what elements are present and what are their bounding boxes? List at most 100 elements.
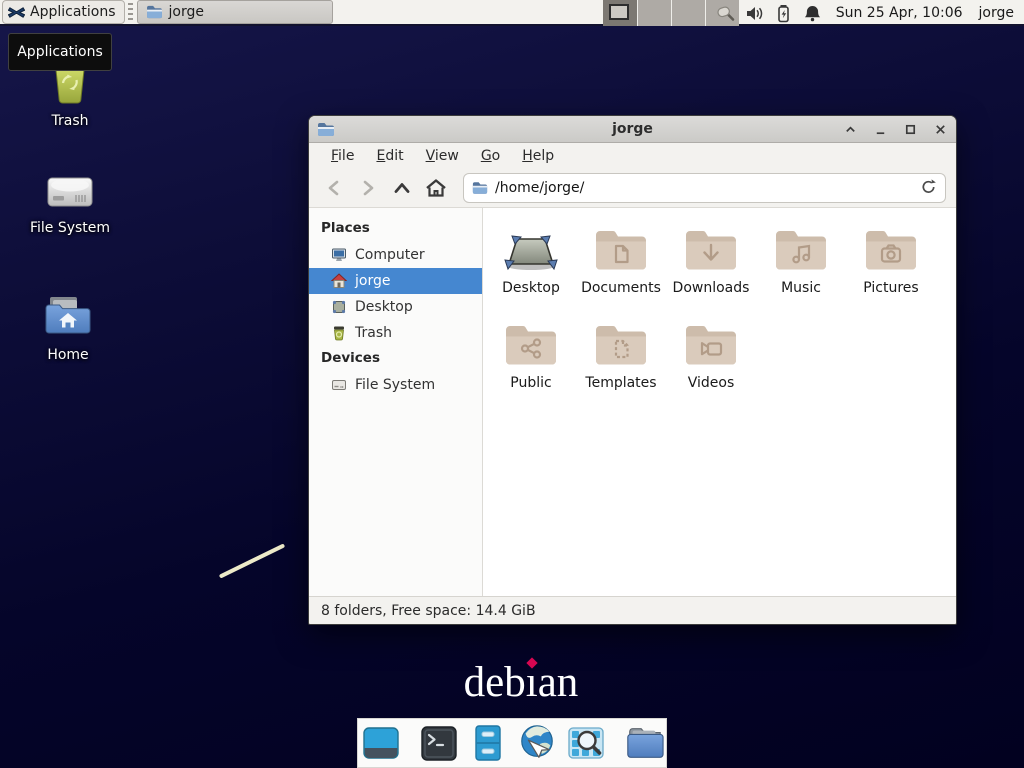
sidebar-item-label: jorge (355, 273, 390, 289)
home-button[interactable] (421, 174, 451, 202)
path-bar[interactable]: /home/jorge/ (463, 173, 946, 203)
desktop-icon (331, 299, 347, 315)
dock-panel (357, 718, 667, 768)
sidebar-item-jorge[interactable]: jorge (309, 268, 482, 294)
menu-edit[interactable]: Edit (366, 145, 413, 167)
folder-item-pictures[interactable]: Pictures (846, 218, 936, 313)
terminal-icon (419, 723, 459, 763)
web-browser-icon (517, 722, 557, 764)
template-folder-icon (593, 322, 649, 369)
maximize-button[interactable] (902, 121, 918, 137)
folder-item-label: Templates (585, 375, 656, 391)
volume-icon[interactable] (745, 4, 764, 23)
folder-item-downloads[interactable]: Downloads (666, 218, 756, 313)
desktop-icon-label: Trash (22, 113, 118, 129)
logo-text-post: an (538, 659, 579, 706)
trash-icon (331, 325, 347, 341)
menu-file[interactable]: File (321, 145, 364, 167)
panel-user-label[interactable]: jorge (977, 5, 1016, 21)
file-manager-folder-icon (624, 723, 664, 763)
system-tray: Sun 25 Apr, 10:06 jorge (716, 0, 1016, 26)
home-folder-icon (42, 295, 94, 339)
applications-menu-button[interactable]: Applications (2, 0, 125, 24)
battery-icon[interactable] (774, 4, 793, 23)
sidebar-item-file-system[interactable]: File System (309, 372, 482, 398)
close-button[interactable] (932, 121, 948, 137)
tasklist-handle[interactable] (128, 3, 133, 21)
forward-button[interactable] (353, 174, 383, 202)
back-button[interactable] (319, 174, 349, 202)
taskbar-window-button[interactable]: jorge (137, 0, 333, 24)
applications-menu-label: Applications (30, 4, 116, 20)
places-header: Places (309, 216, 482, 242)
top-panel: Applications jorge (0, 0, 1024, 26)
folder-item-label: Public (510, 375, 551, 391)
icon-view[interactable]: Desktop Documents (483, 208, 956, 596)
file-cabinet-button[interactable] (468, 722, 508, 764)
desktop-icon-label: File System (22, 220, 118, 236)
workspace-window-thumb (609, 4, 629, 20)
up-button[interactable] (387, 174, 417, 202)
menu-help[interactable]: Help (512, 145, 564, 167)
menu-go[interactable]: Go (471, 145, 510, 167)
sidebar-item-trash[interactable]: Trash (309, 320, 482, 346)
desktop-special-icon (502, 232, 560, 274)
debian-logo: debıan (441, 658, 601, 707)
menu-view[interactable]: View (416, 145, 469, 167)
tooltip-text: Applications (17, 44, 103, 60)
file-manager-button[interactable] (624, 722, 664, 764)
workspace-2[interactable] (637, 0, 671, 26)
folder-item-label: Music (781, 280, 821, 296)
sidebar-item-desktop[interactable]: Desktop (309, 294, 482, 320)
folder-item-public[interactable]: Public (486, 313, 576, 408)
terminal-button[interactable] (419, 722, 459, 764)
app-finder-button[interactable] (566, 722, 606, 764)
music-folder-icon (773, 227, 829, 274)
status-text: 8 folders, Free space: 14.4 GiB (321, 603, 536, 619)
places-sidebar: Places Computer jorge (309, 208, 483, 596)
folder-item-desktop[interactable]: Desktop (486, 218, 576, 313)
folder-item-label: Documents (581, 280, 661, 296)
shade-button[interactable] (842, 121, 858, 137)
folder-item-documents[interactable]: Documents (576, 218, 666, 313)
mouse-icon[interactable] (716, 4, 735, 23)
toolbar: /home/jorge/ (309, 169, 956, 208)
app-finder-icon (566, 723, 606, 763)
minimize-button[interactable] (872, 121, 888, 137)
panel-clock[interactable]: Sun 25 Apr, 10:06 (832, 5, 967, 21)
path-folder-icon (472, 181, 488, 195)
sidebar-item-computer[interactable]: Computer (309, 242, 482, 268)
path-value: /home/jorge/ (495, 180, 584, 196)
desktop-icon-file-system[interactable]: File System (22, 172, 118, 236)
folder-item-music[interactable]: Music (756, 218, 846, 313)
taskbar-window-label: jorge (169, 4, 204, 20)
folder-icon (146, 5, 163, 19)
cursor-line-artifact (219, 543, 285, 578)
applications-tooltip: Applications (8, 33, 112, 71)
desktop-icon-home[interactable]: Home (20, 295, 116, 363)
folder-item-videos[interactable]: Videos (666, 313, 756, 408)
desktop-root: Applications jorge (0, 0, 1024, 768)
sidebar-item-label: Computer (355, 247, 425, 263)
home-icon (331, 273, 347, 289)
folder-item-label: Videos (688, 375, 735, 391)
workspace-3[interactable] (671, 0, 705, 26)
show-desktop-button[interactable] (361, 722, 401, 764)
download-folder-icon (683, 227, 739, 274)
window-titlebar[interactable]: jorge (309, 116, 956, 143)
folder-item-templates[interactable]: Templates (576, 313, 666, 408)
camera-folder-icon (863, 227, 919, 274)
reload-button[interactable] (920, 178, 937, 199)
computer-icon (331, 247, 347, 263)
sidebar-item-label: Trash (355, 325, 392, 341)
workspace-1[interactable] (603, 0, 637, 26)
sidebar-item-label: File System (355, 377, 435, 393)
bell-icon[interactable] (803, 4, 822, 23)
share-folder-icon (503, 322, 559, 369)
devices-header: Devices (309, 346, 482, 372)
web-browser-button[interactable] (517, 722, 557, 764)
logo-letter-i: ı (526, 658, 538, 707)
file-cabinet-icon (468, 723, 508, 763)
hard-drive-icon (331, 377, 347, 393)
logo-text-pre: deb (464, 659, 526, 706)
